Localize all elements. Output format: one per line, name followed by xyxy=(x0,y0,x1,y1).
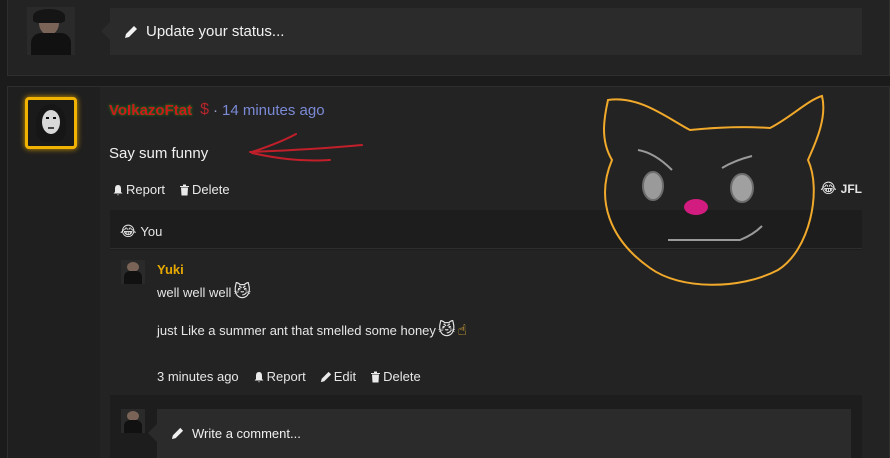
comment-report-button[interactable]: Report xyxy=(253,369,306,384)
laughing-emoji-icon: 😂 xyxy=(820,180,837,196)
write-comment-placeholder: Write a comment... xyxy=(192,426,301,441)
delete-button[interactable]: Delete xyxy=(179,182,230,197)
post-actions: Report Delete xyxy=(112,182,230,197)
comment-author-avatar[interactable] xyxy=(121,260,145,284)
update-status-label: Update your status... xyxy=(146,23,285,40)
comment-author-name[interactable]: Yuki xyxy=(157,262,184,277)
pencil-icon xyxy=(125,25,137,38)
dollar-badge-icon: $ xyxy=(200,101,209,118)
comment-edit-button[interactable]: Edit xyxy=(320,369,356,384)
post-text: Say sum funny xyxy=(109,145,209,162)
divider xyxy=(110,248,862,249)
comment-actions: 3 minutes ago Report Edit Delete xyxy=(157,369,421,384)
bell-icon xyxy=(113,184,123,195)
comment-box-tail xyxy=(148,424,157,442)
reaction-label: JFL xyxy=(840,181,862,196)
write-comment-avatar xyxy=(121,409,145,433)
smirk-cat-emoji-icon: 😼 xyxy=(233,282,252,301)
smirk-cat-emoji-icon: 😼 xyxy=(437,320,456,339)
comment-delete-button[interactable]: Delete xyxy=(370,369,421,384)
point-up-emoji-icon: ☝ xyxy=(457,322,467,339)
comment-text-line-2: just Like a summer ant that smelled some… xyxy=(157,320,467,339)
pencil-icon xyxy=(320,371,331,382)
post-author-name[interactable]: VoIkazoFtat xyxy=(109,102,192,119)
pencil-icon xyxy=(171,427,184,440)
report-button[interactable]: Report xyxy=(112,182,165,197)
post-reaction-summary[interactable]: 😂 JFL xyxy=(820,180,862,197)
laughing-emoji-icon: 😂 xyxy=(120,223,137,239)
post-timestamp[interactable]: 14 minutes ago xyxy=(222,102,325,119)
comment-timestamp[interactable]: 3 minutes ago xyxy=(157,369,239,384)
reactions-row[interactable]: 😂 You xyxy=(120,223,162,240)
trash-icon xyxy=(180,184,190,195)
meta-separator: · xyxy=(212,101,218,119)
comment-text-line-1: well well well 😼 xyxy=(157,282,252,301)
write-comment-input[interactable]: Write a comment... xyxy=(157,409,851,458)
status-box-tail xyxy=(101,22,110,40)
update-status-button[interactable]: Update your status... xyxy=(110,8,862,55)
bell-icon xyxy=(254,371,264,382)
reacted-by-label: You xyxy=(140,224,163,239)
post-meta: VoIkazoFtat $ · 14 minutes ago xyxy=(109,101,325,119)
current-user-avatar[interactable] xyxy=(27,7,75,55)
post-author-avatar[interactable] xyxy=(25,97,77,149)
trash-icon xyxy=(371,371,381,382)
